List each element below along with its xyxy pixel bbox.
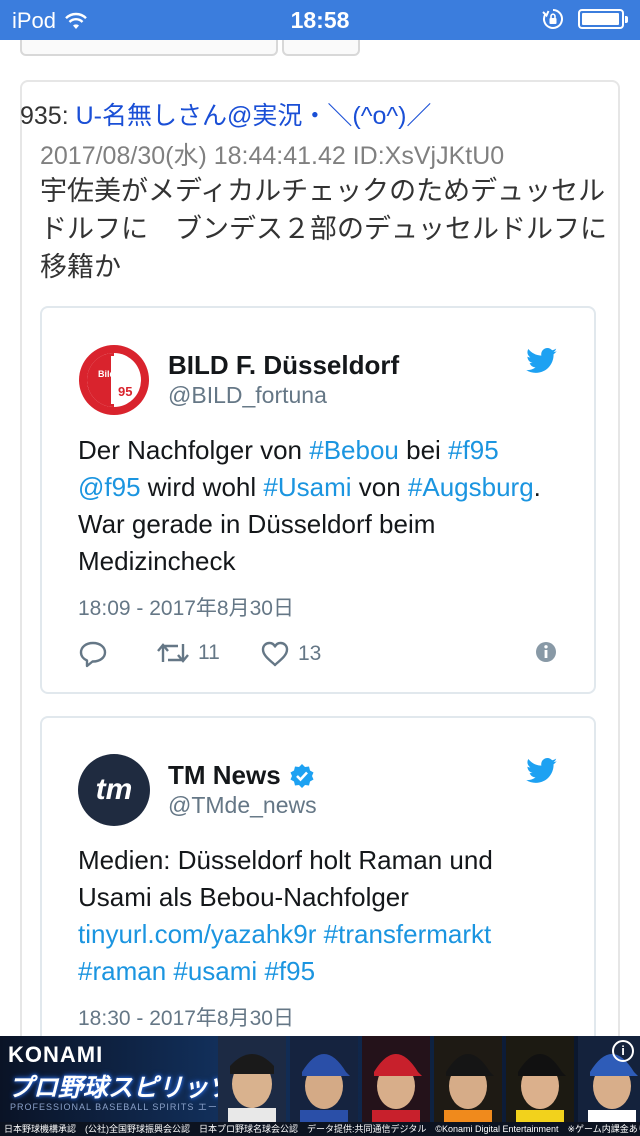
battery-icon	[578, 9, 628, 29]
post-header: 935: U-名無しさん@実況・＼(^o^)／	[20, 96, 431, 132]
post-number: 935:	[20, 102, 69, 130]
ad-brand: KONAMI	[8, 1042, 104, 1067]
battery-fill	[582, 13, 619, 25]
tweet-text-segment: bei	[398, 435, 449, 465]
player-portrait-4	[434, 1036, 502, 1122]
tweet-link[interactable]: #f95	[448, 435, 499, 465]
ad-footer: 日本野球機構承認 (公社)全国野球振興会公認 日本プロ野球名球会公認 データ提供…	[0, 1122, 640, 1136]
tweet-actions: 11 13	[78, 640, 558, 672]
twitter-bird-icon[interactable]	[526, 348, 558, 374]
player-portrait-5	[506, 1036, 574, 1122]
retweet-count: 11	[198, 641, 220, 664]
ad-info-icon[interactable]: i	[612, 1040, 634, 1062]
player-portrait-1	[218, 1036, 286, 1122]
tweet-link[interactable]: tinyurl.com/yazahk9r	[78, 919, 316, 949]
player-portrait-3	[362, 1036, 430, 1122]
embedded-tweet-1[interactable]: Bild 95 BILD F. Düsseldorf @BILD_fortuna…	[40, 306, 596, 694]
tweet-link[interactable]: #transfermarkt	[324, 919, 492, 949]
orientation-lock-icon	[542, 9, 563, 29]
embedded-tweet-2[interactable]: tm TM News @TMde_news Medien: Düsseldorf…	[40, 716, 596, 1036]
reply-button[interactable]	[78, 640, 108, 668]
tweet-date[interactable]: 18:30 - 2017年8月30日	[78, 1002, 294, 1032]
tweet-text-segment: Der Nachfolger von	[78, 435, 310, 465]
battery-nub	[625, 16, 628, 23]
tweet-link[interactable]: @f95	[78, 472, 141, 502]
tweet-author-label: BILD F. Düsseldorf	[168, 350, 400, 380]
tweet-author-handle[interactable]: @TMde_news	[168, 792, 317, 819]
post-author[interactable]: U-名無しさん@実況・＼(^o^)／	[76, 102, 432, 130]
verified-badge-icon	[290, 763, 314, 788]
tweet-author-handle[interactable]: @BILD_fortuna	[168, 382, 327, 409]
like-button[interactable]: 13	[260, 640, 321, 668]
tweet-author-label: TM News	[168, 760, 281, 790]
heart-icon	[261, 641, 289, 667]
tweet-author-name[interactable]: BILD F. Düsseldorf	[168, 350, 399, 381]
fortuna-avatar-icon[interactable]: Bild 95	[78, 344, 150, 416]
tweet-author-name[interactable]: TM News	[168, 760, 315, 791]
previous-button-left[interactable]	[20, 40, 278, 56]
avatar-text: tm	[96, 773, 133, 806]
tm-news-avatar-icon[interactable]: tm	[78, 754, 150, 826]
svg-text:Bild: Bild	[98, 369, 115, 379]
tweet-link[interactable]: #raman	[78, 956, 166, 986]
tweet-text: Der Nachfolger von #Bebou bei #f95 @f95 …	[78, 432, 568, 580]
post-meta: 2017/08/30(水) 18:44:41.42 ID:XsVjJKtU0	[40, 142, 505, 170]
ad-title: プロ野球スピリッツA	[8, 1074, 252, 1102]
info-button[interactable]	[534, 640, 558, 664]
player-portrait-2	[290, 1036, 358, 1122]
avatar-text: 95	[118, 384, 132, 399]
ad-banner[interactable]: KONAMI プロ野球スピリッツA PROFESSIONAL BASEBALL …	[0, 1036, 640, 1136]
post-body: 宇佐美がメディカルチェックのためデュッセルドルフに ブンデス２部のデュッセルドル…	[40, 176, 607, 282]
twitter-bird-icon[interactable]	[526, 758, 558, 784]
like-count: 13	[298, 642, 322, 665]
tweet-link[interactable]: #Augsburg	[408, 472, 534, 502]
tweet-text-segment	[316, 919, 323, 949]
ad-subtitle: PROFESSIONAL BASEBALL SPIRITS エース	[10, 1102, 228, 1112]
tweet-text: Medien: Düsseldorf holt Raman und Usami …	[78, 842, 568, 990]
tweet-text-segment: wird wohl	[140, 472, 264, 502]
retweet-button[interactable]: 11	[156, 640, 220, 666]
page-content: 935: U-名無しさん@実況・＼(^o^)／ 2017/08/30(水) 18…	[0, 40, 640, 1036]
tweet-text-segment: Medien: Düsseldorf holt Raman und Usami …	[78, 845, 493, 912]
status-right	[542, 8, 628, 30]
retweet-icon	[157, 643, 189, 663]
reply-icon	[79, 641, 107, 668]
tweet-text-segment: von	[351, 472, 408, 502]
tweet-link[interactable]: #Bebou	[309, 435, 399, 465]
info-icon	[536, 642, 556, 662]
tweet-link[interactable]: #usami	[173, 956, 257, 986]
tweet-date[interactable]: 18:09 - 2017年8月30日	[78, 592, 294, 622]
tweet-link[interactable]: #Usami	[263, 472, 351, 502]
status-bar: iPod 18:58	[0, 0, 640, 40]
previous-button-right[interactable]	[282, 40, 360, 56]
tweet-link[interactable]: #f95	[264, 956, 315, 986]
